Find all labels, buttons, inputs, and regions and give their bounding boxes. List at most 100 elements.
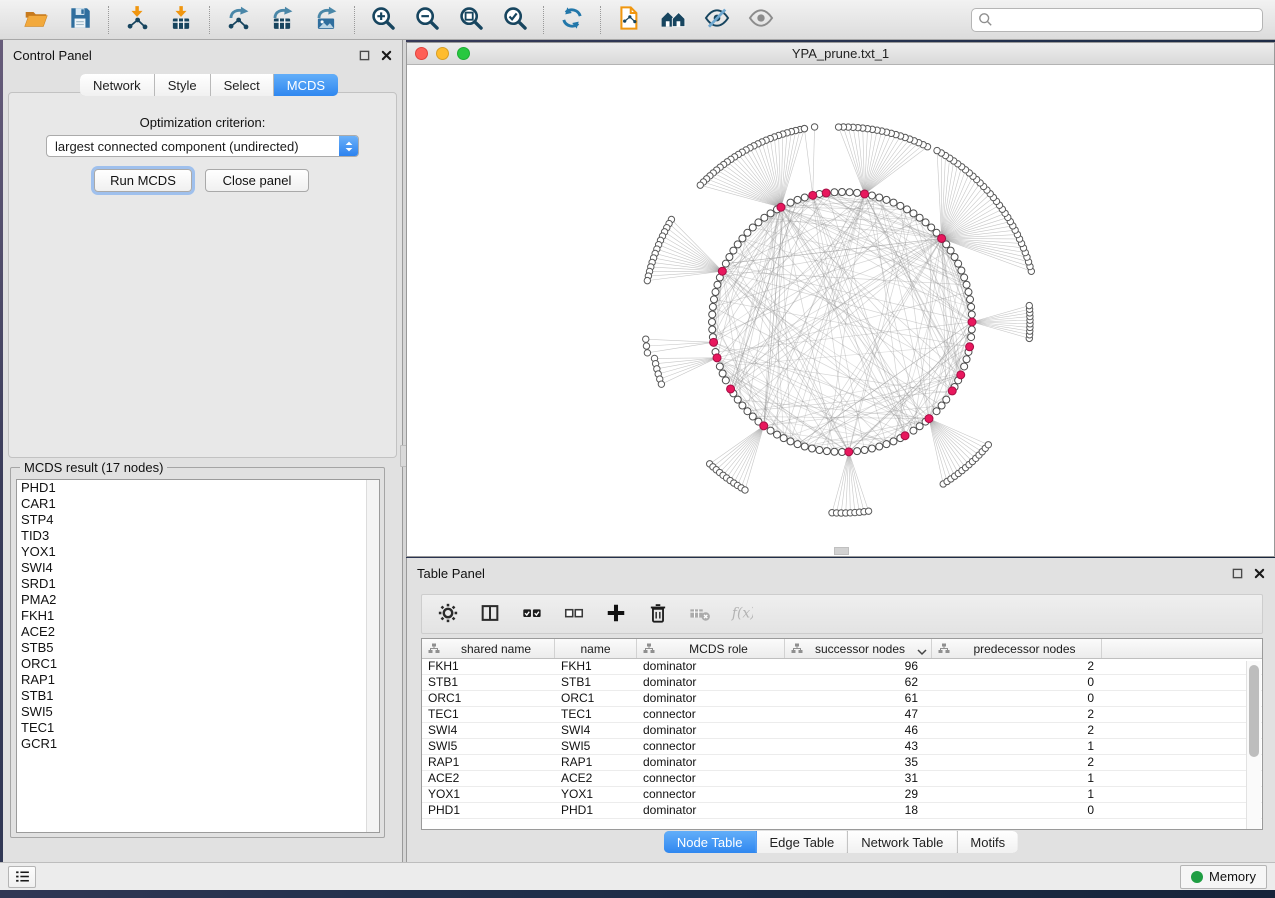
zoom-in-button[interactable] xyxy=(365,4,401,36)
network-canvas[interactable] xyxy=(407,65,1274,556)
table-row[interactable]: PHD1PHD1dominator180 xyxy=(422,803,1262,819)
table-row[interactable]: STB1STB1dominator620 xyxy=(422,675,1262,691)
cell-successor-nodes[interactable]: 46 xyxy=(785,723,932,738)
cell-name[interactable]: SWI5 xyxy=(555,739,637,754)
tab-network[interactable]: Network xyxy=(80,74,155,96)
cell-shared-name[interactable]: SWI4 xyxy=(422,723,555,738)
table-row[interactable]: TEC1TEC1connector472 xyxy=(422,707,1262,723)
cell-MCDS-role[interactable]: dominator xyxy=(637,659,785,674)
cell-MCDS-role[interactable]: connector xyxy=(637,739,785,754)
mcds-result-item[interactable]: SWI5 xyxy=(17,704,379,720)
search-input[interactable] xyxy=(993,10,1256,30)
cell-name[interactable]: FKH1 xyxy=(555,659,637,674)
new-network-from-selection-button[interactable] xyxy=(611,4,647,36)
cell-MCDS-role[interactable]: connector xyxy=(637,771,785,786)
cell-predecessor-nodes[interactable]: 0 xyxy=(932,675,1102,690)
mcds-result-item[interactable]: ORC1 xyxy=(17,656,379,672)
mcds-result-item[interactable]: TEC1 xyxy=(17,720,379,736)
cell-name[interactable]: STB1 xyxy=(555,675,637,690)
cell-predecessor-nodes[interactable]: 2 xyxy=(932,659,1102,674)
cell-predecessor-nodes[interactable]: 2 xyxy=(932,723,1102,738)
table-row[interactable]: ORC1ORC1dominator610 xyxy=(422,691,1262,707)
mcds-result-list[interactable]: PHD1CAR1STP4TID3YOX1SWI4SRD1PMA2FKH1ACE2… xyxy=(16,479,380,833)
maximize-window-icon[interactable] xyxy=(457,47,470,60)
refresh-layout-button[interactable] xyxy=(554,4,590,36)
cell-successor-nodes[interactable]: 62 xyxy=(785,675,932,690)
memory-button[interactable]: Memory xyxy=(1180,865,1267,889)
search-box[interactable] xyxy=(971,8,1263,32)
zoom-selected-button[interactable] xyxy=(497,4,533,36)
cell-successor-nodes[interactable]: 35 xyxy=(785,755,932,770)
cell-name[interactable]: SWI4 xyxy=(555,723,637,738)
cell-successor-nodes[interactable]: 18 xyxy=(785,803,932,818)
float-panel-icon[interactable] xyxy=(356,47,372,63)
select-all-button[interactable] xyxy=(518,600,546,628)
table-row[interactable]: RAP1RAP1dominator352 xyxy=(422,755,1262,771)
cell-predecessor-nodes[interactable]: 1 xyxy=(932,739,1102,754)
minimize-window-icon[interactable] xyxy=(436,47,449,60)
cell-MCDS-role[interactable]: dominator xyxy=(637,803,785,818)
cell-predecessor-nodes[interactable]: 1 xyxy=(932,787,1102,802)
horizontal-splitter-handle[interactable] xyxy=(834,547,849,555)
tab-network-table[interactable]: Network Table xyxy=(848,831,957,853)
cell-predecessor-nodes[interactable]: 2 xyxy=(932,707,1102,722)
cell-name[interactable]: PHD1 xyxy=(555,803,637,818)
run-mcds-button[interactable]: Run MCDS xyxy=(94,169,192,192)
network-graph[interactable] xyxy=(407,65,1274,556)
cell-successor-nodes[interactable]: 47 xyxy=(785,707,932,722)
show-all-button[interactable] xyxy=(743,4,779,36)
close-panel-button[interactable]: Close panel xyxy=(205,169,309,192)
table-scrollbar[interactable] xyxy=(1246,661,1261,829)
mcds-result-item[interactable]: YOX1 xyxy=(17,544,379,560)
table-row[interactable]: FKH1FKH1dominator962 xyxy=(422,659,1262,675)
table-scrollbar-thumb[interactable] xyxy=(1249,665,1259,757)
cell-successor-nodes[interactable]: 61 xyxy=(785,691,932,706)
tab-style[interactable]: Style xyxy=(155,74,211,96)
list-scrollbar[interactable] xyxy=(366,480,379,832)
tab-node-table[interactable]: Node Table xyxy=(664,831,757,853)
column-header-name[interactable]: name xyxy=(555,639,637,658)
cell-shared-name[interactable]: YOX1 xyxy=(422,787,555,802)
cell-successor-nodes[interactable]: 31 xyxy=(785,771,932,786)
panel-toggle-button[interactable] xyxy=(8,866,36,888)
export-image-button[interactable] xyxy=(308,4,344,36)
tab-select[interactable]: Select xyxy=(211,74,274,96)
column-header-shared-name[interactable]: shared name xyxy=(422,639,555,658)
cell-shared-name[interactable]: ACE2 xyxy=(422,771,555,786)
zoom-fit-button[interactable] xyxy=(453,4,489,36)
table-row[interactable]: SWI4SWI4dominator462 xyxy=(422,723,1262,739)
cell-name[interactable]: TEC1 xyxy=(555,707,637,722)
import-network-button[interactable] xyxy=(119,4,155,36)
gear-button[interactable] xyxy=(434,600,462,628)
deselect-all-button[interactable] xyxy=(560,600,588,628)
mcds-result-item[interactable]: PMA2 xyxy=(17,592,379,608)
mcds-result-item[interactable]: STB1 xyxy=(17,688,379,704)
add-row-button[interactable] xyxy=(602,600,630,628)
cell-name[interactable]: RAP1 xyxy=(555,755,637,770)
cell-successor-nodes[interactable]: 29 xyxy=(785,787,932,802)
first-neighbors-button[interactable] xyxy=(655,4,691,36)
cell-MCDS-role[interactable]: dominator xyxy=(637,755,785,770)
column-header-predecessor-nodes[interactable]: predecessor nodes xyxy=(932,639,1102,658)
cell-MCDS-role[interactable]: connector xyxy=(637,707,785,722)
cell-predecessor-nodes[interactable]: 1 xyxy=(932,771,1102,786)
cell-predecessor-nodes[interactable]: 0 xyxy=(932,803,1102,818)
zoom-out-button[interactable] xyxy=(409,4,445,36)
cell-successor-nodes[interactable]: 96 xyxy=(785,659,932,674)
column-layout-button[interactable] xyxy=(476,600,504,628)
close-panel-icon[interactable] xyxy=(378,47,394,63)
cell-name[interactable]: YOX1 xyxy=(555,787,637,802)
cell-shared-name[interactable]: SWI5 xyxy=(422,739,555,754)
mcds-result-item[interactable]: SRD1 xyxy=(17,576,379,592)
cell-MCDS-role[interactable]: dominator xyxy=(637,691,785,706)
mcds-result-item[interactable]: PHD1 xyxy=(17,480,379,496)
mcds-result-item[interactable]: RAP1 xyxy=(17,672,379,688)
mcds-result-item[interactable]: STB5 xyxy=(17,640,379,656)
cell-shared-name[interactable]: TEC1 xyxy=(422,707,555,722)
column-header-MCDS-role[interactable]: MCDS role xyxy=(637,639,785,658)
column-header-successor-nodes[interactable]: successor nodes xyxy=(785,639,932,658)
close-window-icon[interactable] xyxy=(415,47,428,60)
export-table-button[interactable] xyxy=(264,4,300,36)
hide-selected-button[interactable] xyxy=(699,4,735,36)
optimization-select[interactable]: largest connected component (undirected) xyxy=(46,135,359,157)
